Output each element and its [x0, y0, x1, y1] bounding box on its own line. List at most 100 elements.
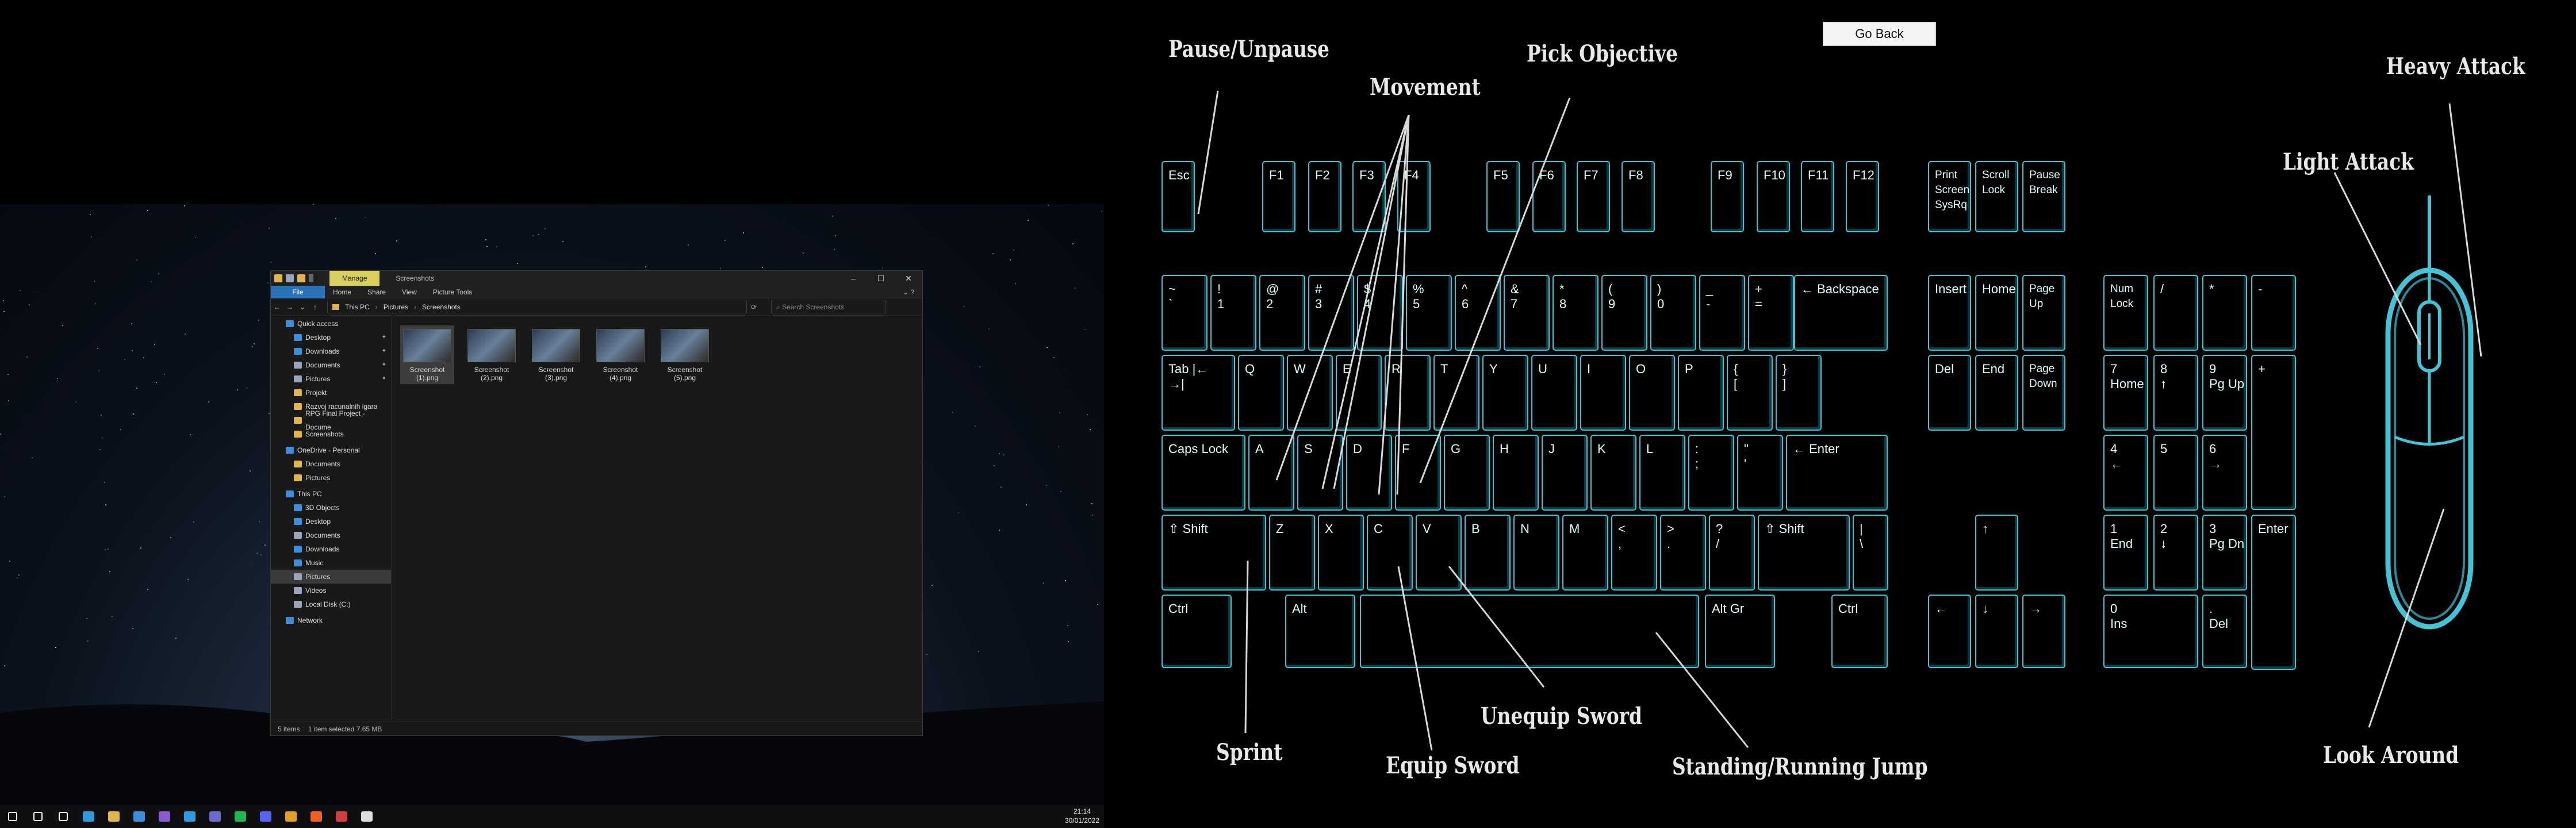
star — [545, 228, 546, 229]
breadcrumb-screenshots[interactable]: Screenshots — [422, 303, 461, 311]
star — [834, 249, 835, 250]
nav-item[interactable]: Documents ✦ — [271, 358, 391, 372]
nav-item[interactable]: Downloads ✦ — [271, 344, 391, 358]
folder-icon — [294, 375, 302, 382]
tab-share[interactable]: Share — [359, 288, 394, 296]
star — [17, 577, 18, 578]
minimize-icon[interactable]: – — [839, 274, 867, 283]
label-pause-unpause: Pause/Unpause — [1168, 36, 1330, 63]
up-arrow-icon[interactable]: ↑ — [309, 303, 321, 311]
nav-item[interactable]: Quick access — [271, 317, 391, 331]
pin-icon: ✦ — [381, 334, 386, 340]
nav-item[interactable]: Local Disk (C:) — [271, 597, 391, 611]
nav-item[interactable]: 3D Objects — [271, 501, 391, 515]
manage-tab[interactable]: Manage — [329, 271, 380, 286]
breadcrumb[interactable]: This PC › Pictures › Screenshots — [327, 300, 747, 313]
search-icon[interactable] — [25, 805, 51, 828]
quick-access-dropdown-icon[interactable] — [309, 274, 313, 282]
star — [7, 374, 9, 375]
nav-item-label: Pictures — [305, 573, 331, 581]
star — [259, 521, 260, 522]
store-icon[interactable] — [126, 805, 152, 828]
nav-item[interactable]: Desktop — [271, 515, 391, 528]
nav-item[interactable]: Documents — [271, 528, 391, 542]
file-thumbnail — [661, 329, 709, 362]
maximize-icon[interactable]: ☐ — [867, 274, 895, 283]
star — [94, 281, 95, 282]
nav-item[interactable]: Documents — [271, 457, 391, 471]
star — [120, 429, 121, 430]
star — [1013, 250, 1014, 251]
brave-icon[interactable] — [304, 805, 329, 828]
star — [90, 214, 91, 215]
nav-item[interactable]: Projekt — [271, 386, 391, 400]
file-item[interactable]: Screenshot (3).png — [529, 325, 583, 384]
tab-home[interactable]: Home — [325, 288, 359, 296]
star — [1097, 604, 1098, 605]
file-name: Screenshot (2).png — [474, 366, 509, 382]
expand-ribbon-icon[interactable]: ⌄ ? — [895, 288, 922, 296]
nav-item[interactable]: Downloads — [271, 542, 391, 556]
star — [267, 282, 269, 283]
star — [1090, 429, 1091, 430]
quick-access-folder-icon[interactable] — [274, 274, 282, 282]
file-explorer-icon[interactable] — [101, 805, 126, 828]
discord-icon[interactable] — [253, 805, 278, 828]
task-view-icon[interactable] — [51, 805, 76, 828]
windows-start-icon[interactable] — [0, 805, 25, 828]
nav-item[interactable]: Pictures — [271, 471, 391, 485]
search-input[interactable]: ⌕ Search Screenshots — [771, 300, 886, 313]
file-item[interactable]: Screenshot (2).png — [465, 325, 519, 384]
nav-item[interactable]: Pictures ✦ — [271, 372, 391, 386]
tab-picture-tools[interactable]: Picture Tools — [425, 288, 480, 296]
chrome-alt-icon[interactable] — [329, 805, 354, 828]
nav-item[interactable]: This PC — [271, 487, 391, 501]
breadcrumb-pictures[interactable]: Pictures — [384, 303, 408, 311]
star — [1101, 210, 1102, 212]
file-item[interactable]: Screenshot (5).png — [658, 325, 712, 384]
edge-icon[interactable] — [76, 805, 101, 828]
chrome-icon[interactable] — [278, 805, 304, 828]
star — [1059, 412, 1060, 413]
folder-icon — [294, 431, 302, 438]
visual-studio-icon[interactable] — [152, 805, 177, 828]
breadcrumb-this-pc[interactable]: This PC — [345, 303, 370, 311]
nav-item[interactable]: Pictures — [271, 570, 391, 584]
star — [87, 641, 89, 642]
star — [978, 651, 979, 652]
star — [496, 246, 497, 247]
star — [108, 549, 109, 550]
label-equip-sword: Equip Sword — [1386, 752, 1520, 779]
forward-arrow-icon[interactable]: → — [283, 303, 296, 311]
back-arrow-icon[interactable]: ← — [271, 303, 283, 311]
quick-access-new-folder-icon[interactable] — [297, 274, 305, 282]
star — [645, 266, 646, 267]
recent-locations-icon[interactable]: ⌄ — [296, 303, 309, 311]
star — [136, 259, 137, 260]
file-name: Screenshot (5).png — [667, 366, 703, 382]
quick-access-properties-icon[interactable] — [286, 274, 294, 282]
nav-item[interactable]: OneDrive - Personal — [271, 443, 391, 457]
file-thumbnail — [596, 329, 645, 362]
nav-item[interactable]: Network — [271, 614, 391, 627]
spotify-icon[interactable] — [228, 805, 253, 828]
star — [264, 545, 266, 546]
system-clock[interactable]: 21:14 30/01/2022 — [1065, 807, 1099, 825]
tab-view[interactable]: View — [394, 288, 425, 296]
search-placeholder: Search Screenshots — [782, 302, 845, 311]
nav-item[interactable]: RPG Final Project - Docume — [271, 409, 391, 431]
star — [190, 434, 191, 435]
star — [98, 370, 99, 371]
close-icon[interactable]: ✕ — [895, 274, 922, 283]
nav-item[interactable]: Desktop ✦ — [271, 331, 391, 344]
nav-item[interactable]: Music — [271, 556, 391, 570]
tab-file[interactable]: File — [271, 285, 325, 298]
vscode-icon[interactable] — [177, 805, 202, 828]
file-item[interactable]: Screenshot (4).png — [593, 325, 647, 384]
teams-icon[interactable] — [202, 805, 228, 828]
unity-icon[interactable] — [354, 805, 379, 828]
refresh-icon[interactable]: ⟳ — [747, 303, 761, 311]
nav-item[interactable]: Videos — [271, 584, 391, 597]
file-item[interactable]: Screenshot (1).png — [400, 325, 454, 384]
folder-icon — [294, 417, 302, 424]
